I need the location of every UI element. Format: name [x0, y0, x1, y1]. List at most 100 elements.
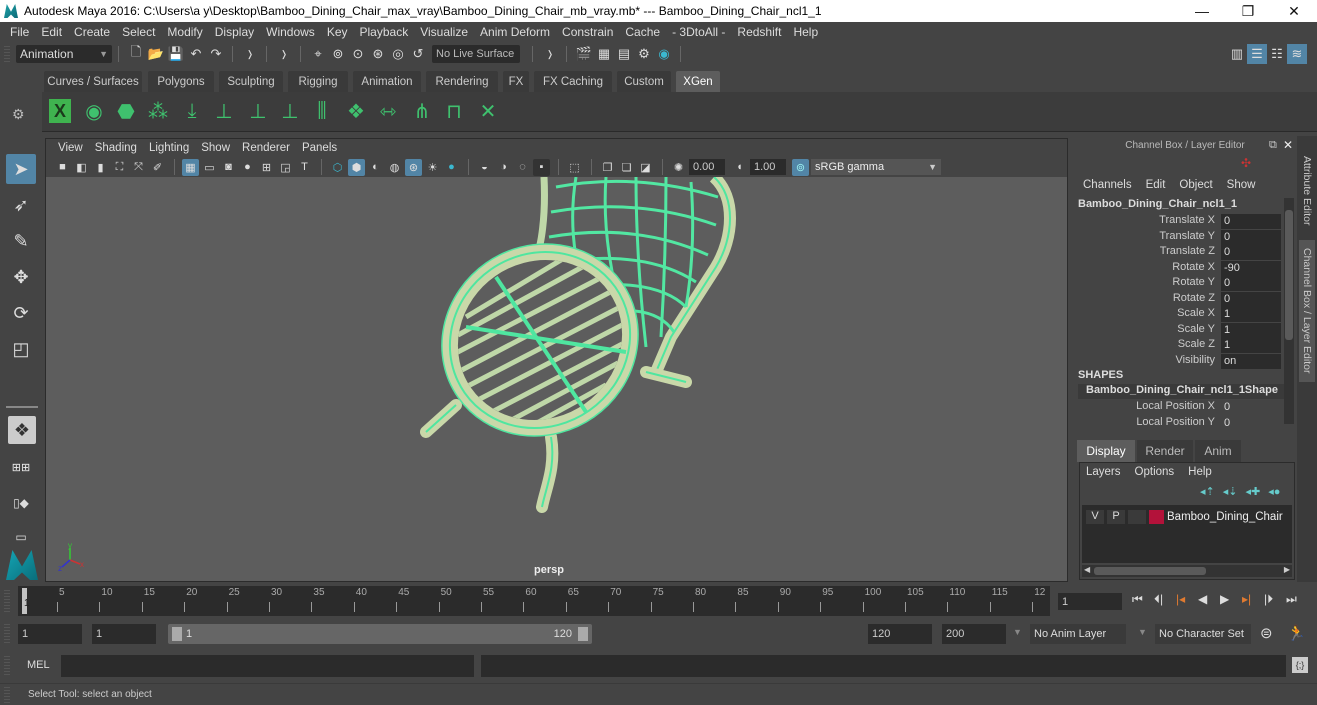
scrollbar-thumb[interactable]	[1285, 210, 1293, 340]
new-empty-layer-icon[interactable]: ◂✚	[1246, 485, 1261, 498]
manipulator-icon[interactable]: ✣	[1241, 156, 1251, 170]
layer-display-type-toggle[interactable]	[1128, 510, 1146, 524]
open-scene-icon[interactable]: 📂	[146, 44, 166, 64]
new-layer-from-selected-icon[interactable]: ◂●	[1268, 485, 1280, 498]
collapse-arrow-icon[interactable]: ❭	[274, 44, 294, 64]
save-scene-icon[interactable]: 💾	[166, 44, 186, 64]
tool-settings-toggle-icon[interactable]: ☷	[1267, 44, 1287, 64]
collapse-arrow-icon[interactable]: ❭	[240, 44, 260, 64]
textured-icon[interactable]: ⊛	[405, 158, 422, 176]
attribute-editor-tab[interactable]: Attribute Editor	[1299, 146, 1315, 236]
channel-value[interactable]: 0	[1221, 276, 1281, 291]
generate-patches-icon[interactable]: ❖	[342, 96, 370, 126]
step-forward-key-icon[interactable]: ▸|	[1242, 592, 1251, 606]
live-surface-field[interactable]: No Live Surface	[432, 45, 520, 63]
menu-redshift[interactable]: Redshift	[731, 25, 787, 39]
range-start-handle[interactable]	[172, 627, 182, 641]
status-line-grip[interactable]	[4, 46, 10, 62]
move-layer-down-icon[interactable]: ◂⇣	[1223, 485, 1238, 498]
shelf-tab-rendering[interactable]: Rendering	[426, 71, 498, 92]
render-view-icon[interactable]: 🎬	[574, 44, 594, 64]
maximize-button[interactable]: ❐	[1225, 0, 1271, 22]
channel-value[interactable]: 1	[1221, 338, 1281, 353]
select-tool-icon[interactable]: ➤	[6, 154, 36, 184]
menu-display[interactable]: Display	[209, 25, 260, 39]
channel-value[interactable]: -90	[1221, 260, 1281, 276]
grip-handle[interactable]	[4, 687, 10, 703]
step-back-frame-icon[interactable]: ⏴|	[1154, 592, 1163, 607]
place-guides-icon[interactable]: ⤓	[178, 96, 206, 126]
range-end-handle[interactable]	[578, 627, 588, 641]
anim-layer-dropdown[interactable]: No Anim Layer	[1030, 624, 1126, 644]
smooth-shade-icon[interactable]: ⬢	[348, 158, 365, 176]
safe-title-icon[interactable]: T	[296, 159, 313, 176]
chair-wireframe-model[interactable]	[46, 177, 1067, 581]
delete-guide-icon[interactable]: ✕	[474, 96, 502, 126]
command-language-label[interactable]: MEL	[27, 659, 50, 671]
clear-preview-icon[interactable]: ⬣	[112, 96, 140, 126]
rotate-tool-icon[interactable]: ⟳	[6, 298, 36, 328]
channel-row[interactable]: Scale Z 1	[1073, 338, 1283, 353]
shape-channel-row[interactable]: Local Position X 0	[1073, 400, 1283, 415]
show-menu[interactable]: Show	[1227, 179, 1256, 191]
select-camera-icon[interactable]: ■	[54, 159, 71, 176]
anti-aliasing-icon[interactable]: ◌	[514, 159, 531, 176]
shape-name[interactable]: Bamboo_Dining_Chair_ncl1_1Shape	[1078, 384, 1284, 399]
step-forward-frame-icon[interactable]: |⏵	[1264, 592, 1273, 607]
playback-end-field[interactable]: 120	[868, 624, 932, 644]
menu-create[interactable]: Create	[68, 25, 116, 39]
gamma-field[interactable]: 1.00	[750, 159, 786, 175]
viewport-menu-lighting[interactable]: Lighting	[143, 142, 195, 154]
channel-row[interactable]: Rotate Z 0	[1073, 291, 1283, 307]
scale-tool-icon[interactable]: ◰	[6, 334, 36, 364]
channel-row[interactable]: Translate Z 0	[1073, 245, 1283, 260]
collapse-arrow-icon[interactable]: ❭	[540, 44, 560, 64]
wireframe-on-shaded-icon[interactable]: ◐	[367, 159, 384, 176]
playback-start-field[interactable]: 1	[92, 624, 156, 644]
play-backwards-icon[interactable]: ◀	[1198, 592, 1207, 606]
channel-box-layer-editor-tab[interactable]: Channel Box / Layer Editor	[1299, 240, 1315, 382]
edit-menu[interactable]: Edit	[1146, 179, 1166, 191]
command-input[interactable]	[61, 655, 474, 677]
animation-preferences-icon[interactable]: 🏃	[1287, 624, 1306, 642]
camera-attributes-icon[interactable]: ◧	[73, 159, 90, 176]
shelf-tab-xgen[interactable]: XGen	[676, 71, 720, 92]
persp-outliner-layout-icon[interactable]: ▯◆	[6, 488, 36, 518]
channel-value[interactable]: 0	[1221, 229, 1281, 245]
undo-icon[interactable]: ↶	[186, 44, 206, 64]
scrollbar-thumb[interactable]	[1094, 567, 1206, 575]
single-perspective-layout-icon[interactable]: ❖	[8, 416, 36, 444]
go-to-start-icon[interactable]: ⏮	[1132, 592, 1143, 607]
menu-file[interactable]: File	[4, 25, 35, 39]
redo-icon[interactable]: ↷	[206, 44, 226, 64]
menu-playback[interactable]: Playback	[354, 25, 415, 39]
xgen-editor-icon[interactable]: X	[46, 96, 74, 126]
shelf-settings-gear-icon[interactable]: ⚙	[12, 106, 25, 123]
menu-anim-deform[interactable]: Anim Deform	[474, 25, 556, 39]
viewport-menu-renderer[interactable]: Renderer	[236, 142, 296, 154]
view-transform-dropdown[interactable]: sRGB gamma ▼	[811, 159, 941, 175]
sculpt-guides-icon[interactable]: ⋔	[408, 96, 436, 126]
gate-mask-icon[interactable]: ●	[239, 159, 256, 176]
layer-tab-anim[interactable]: Anim	[1195, 440, 1241, 462]
motion-blur-icon[interactable]: ◑	[495, 159, 512, 176]
layer-visibility-toggle[interactable]: V	[1086, 510, 1104, 524]
render-settings-icon[interactable]: ⚙	[634, 44, 654, 64]
float-panel-icon[interactable]: ⧉	[1269, 139, 1277, 152]
wireframe-icon[interactable]: ⬡	[329, 159, 346, 176]
grip-handle[interactable]	[4, 656, 10, 676]
menu-key[interactable]: Key	[321, 25, 354, 39]
exposure-icon[interactable]: ✺	[670, 159, 687, 176]
chevron-down-icon[interactable]: ▼	[1013, 627, 1022, 637]
ipr-render-icon[interactable]: ▤	[614, 44, 634, 64]
four-view-layout-icon[interactable]: ⊞⊞	[6, 452, 36, 482]
lock-guide-icon[interactable]: ⊥	[276, 96, 304, 126]
menu-set-dropdown[interactable]: Animation ▼	[16, 45, 112, 63]
lasso-tool-icon[interactable]: ➶	[6, 190, 36, 220]
guides-icon[interactable]: ⫼	[308, 96, 336, 126]
2d-pan-zoom-icon[interactable]: ⤧	[130, 159, 147, 176]
shelf-tab-sculpting[interactable]: Sculpting	[219, 71, 283, 92]
menu-edit[interactable]: Edit	[35, 25, 68, 39]
new-scene-icon[interactable]: 🗋	[126, 44, 146, 64]
viewport-menu-panels[interactable]: Panels	[296, 142, 343, 154]
